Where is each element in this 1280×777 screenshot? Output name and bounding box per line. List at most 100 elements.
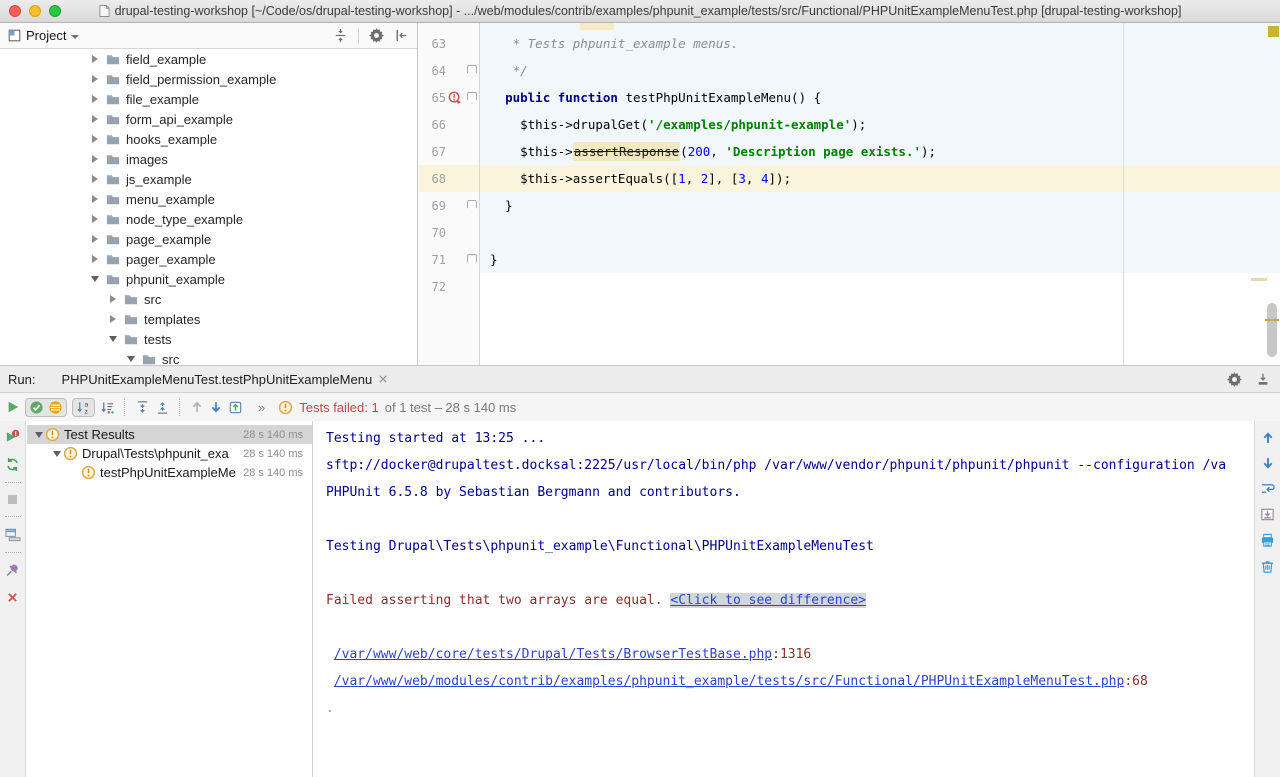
- expand-arrow-icon[interactable]: [108, 315, 118, 323]
- code-line-69[interactable]: }: [480, 192, 1268, 219]
- folder-icon: [105, 152, 121, 167]
- expand-arrow-icon[interactable]: [90, 175, 100, 183]
- expand-arrow-icon[interactable]: [90, 95, 100, 103]
- test-tree-item-testPhpUnitExampleMe[interactable]: testPhpUnitExampleMe28 s 140 ms: [27, 463, 312, 482]
- project-tree-item-hooks_example[interactable]: hooks_example: [0, 129, 417, 149]
- import-test-results-button[interactable]: [228, 400, 243, 415]
- project-tree-item-node_type_example[interactable]: node_type_example: [0, 209, 417, 229]
- fold-marker-icon[interactable]: [467, 200, 477, 212]
- expand-arrow-icon[interactable]: [90, 255, 100, 263]
- fold-marker-icon[interactable]: [467, 65, 477, 77]
- code-line-64[interactable]: */: [480, 57, 1268, 84]
- code-line-65[interactable]: public function testPhpUnitExampleMenu()…: [480, 84, 1268, 111]
- editor-code-area[interactable]: * Tests phpunit_example menus. */ public…: [480, 30, 1268, 300]
- code-editor[interactable]: 63646566676869707172 * Tests phpunit_exa…: [419, 23, 1280, 365]
- hide-panel-icon[interactable]: [394, 28, 409, 43]
- clear-all-icon[interactable]: [1260, 559, 1275, 574]
- rerun-failed-tests-icon[interactable]: [5, 429, 20, 444]
- code-line-67[interactable]: $this->assertResponse(200, 'Description …: [480, 138, 1268, 165]
- close-panel-icon[interactable]: [6, 591, 19, 604]
- project-tree-item-tests[interactable]: tests: [0, 329, 417, 349]
- pin-tab-icon[interactable]: [5, 563, 20, 578]
- project-tree-item-menu_example[interactable]: menu_example: [0, 189, 417, 209]
- show-ignored-toggle[interactable]: [48, 400, 63, 415]
- project-tree-item-images[interactable]: images: [0, 149, 417, 169]
- print-icon[interactable]: [1260, 533, 1275, 548]
- expand-arrow-icon[interactable]: [90, 55, 100, 63]
- console-link[interactable]: <Click to see difference>: [670, 593, 866, 608]
- code-line-63[interactable]: * Tests phpunit_example menus.: [480, 30, 1268, 57]
- more-actions-chevron[interactable]: »: [258, 400, 265, 415]
- expand-arrow-icon[interactable]: [90, 215, 100, 223]
- code-line-66[interactable]: $this->drupalGet('/examples/phpunit-exam…: [480, 111, 1268, 138]
- project-tree-item-pager_example[interactable]: pager_example: [0, 249, 417, 269]
- project-tree-item-file_example[interactable]: file_example: [0, 89, 417, 109]
- dock-panel-icon[interactable]: [1256, 372, 1270, 386]
- zoom-window-button[interactable]: [49, 5, 61, 17]
- previous-occurrence-icon[interactable]: [1261, 431, 1275, 445]
- collapse-arrow-icon[interactable]: [51, 451, 63, 457]
- soft-wrap-icon[interactable]: [1260, 481, 1275, 496]
- editor-scrollbar-thumb[interactable]: [1267, 303, 1277, 357]
- project-panel-title[interactable]: Project: [26, 28, 66, 43]
- console-link[interactable]: /var/www/web/modules/contrib/examples/ph…: [334, 674, 1125, 689]
- close-window-button[interactable]: [9, 5, 21, 17]
- code-token-plain: }: [490, 252, 498, 267]
- expand-arrow-icon[interactable]: [90, 115, 100, 123]
- code-line-70[interactable]: [480, 219, 1268, 246]
- chevron-down-icon[interactable]: [71, 35, 79, 39]
- code-line-68[interactable]: $this->assertEquals([1, 2], [3, 4]);: [480, 165, 1268, 192]
- test-tree-item-Drupal-Tests-phpunit-exa[interactable]: Drupal\Tests\phpunit_exa28 s 140 ms: [27, 444, 312, 463]
- expand-arrow-icon[interactable]: [108, 295, 118, 303]
- fold-marker-icon[interactable]: [467, 254, 477, 266]
- restore-layout-icon[interactable]: [5, 527, 21, 542]
- collapse-arrow-icon[interactable]: [33, 432, 45, 438]
- expand-all-button[interactable]: [135, 400, 150, 415]
- test-tree-item-Test-Results[interactable]: Test Results28 s 140 ms: [27, 425, 312, 444]
- collapse-arrow-icon[interactable]: [108, 336, 118, 342]
- code-line-71[interactable]: }: [480, 246, 1268, 273]
- rerun-tests-icon[interactable]: [5, 457, 20, 472]
- expand-arrow-icon[interactable]: [90, 235, 100, 243]
- collapse-arrow-icon[interactable]: [126, 356, 136, 362]
- project-tree-item-src[interactable]: src: [0, 349, 417, 365]
- collapse-arrow-icon[interactable]: [90, 276, 100, 282]
- run-configuration-tab[interactable]: PHPUnitExampleMenuTest.testPhpUnitExampl…: [45, 366, 398, 392]
- project-tree-item-field_permission_example[interactable]: field_permission_example: [0, 69, 417, 89]
- next-failed-test-button[interactable]: [209, 400, 223, 414]
- sort-alphabetically-toggle[interactable]: az: [76, 400, 91, 415]
- run-panel-gear-icon[interactable]: [1227, 372, 1242, 387]
- sort-by-duration-toggle[interactable]: [100, 400, 115, 415]
- project-tree-item-js_example[interactable]: js_example: [0, 169, 417, 189]
- project-tree-item-form_api_example[interactable]: form_api_example: [0, 109, 417, 129]
- collapse-all-button[interactable]: [155, 400, 170, 415]
- show-passed-toggle[interactable]: [29, 400, 44, 415]
- code-line-72[interactable]: [480, 273, 1268, 300]
- console-link[interactable]: /var/www/web/core/tests/Drupal/Tests/Bro…: [334, 647, 772, 662]
- expand-arrow-icon[interactable]: [90, 195, 100, 203]
- rerun-button[interactable]: [6, 400, 20, 414]
- project-tree-item-phpunit_example[interactable]: phpunit_example: [0, 269, 417, 289]
- status-detail-text: of 1 test – 28 s 140 ms: [385, 400, 517, 415]
- close-tab-icon[interactable]: [378, 374, 388, 384]
- gear-icon[interactable]: [369, 28, 384, 43]
- expand-arrow-icon[interactable]: [90, 75, 100, 83]
- scroll-to-end-icon[interactable]: [1260, 507, 1275, 522]
- project-tree-item-templates[interactable]: templates: [0, 309, 417, 329]
- test-console-output[interactable]: Testing started at 13:25 ...sftp://docke…: [314, 421, 1253, 777]
- minimize-window-button[interactable]: [29, 5, 41, 17]
- expand-arrow-icon[interactable]: [90, 155, 100, 163]
- failed-test-gutter-icon[interactable]: [448, 91, 465, 105]
- stop-process-icon[interactable]: [6, 493, 19, 506]
- project-tree-item-field_example[interactable]: field_example: [0, 49, 417, 69]
- console-line: Testing started at 13:25 ...: [326, 425, 1253, 452]
- fold-marker-icon[interactable]: [467, 92, 477, 104]
- project-tree-item-page_example[interactable]: page_example: [0, 229, 417, 249]
- project-tree-item-src[interactable]: src: [0, 289, 417, 309]
- project-tree-item-label: src: [144, 292, 161, 307]
- code-token-plain: );: [921, 144, 936, 159]
- previous-failed-test-button[interactable]: [190, 400, 204, 414]
- next-occurrence-icon[interactable]: [1261, 456, 1275, 470]
- expand-arrow-icon[interactable]: [90, 135, 100, 143]
- collapse-all-icon[interactable]: [333, 28, 348, 43]
